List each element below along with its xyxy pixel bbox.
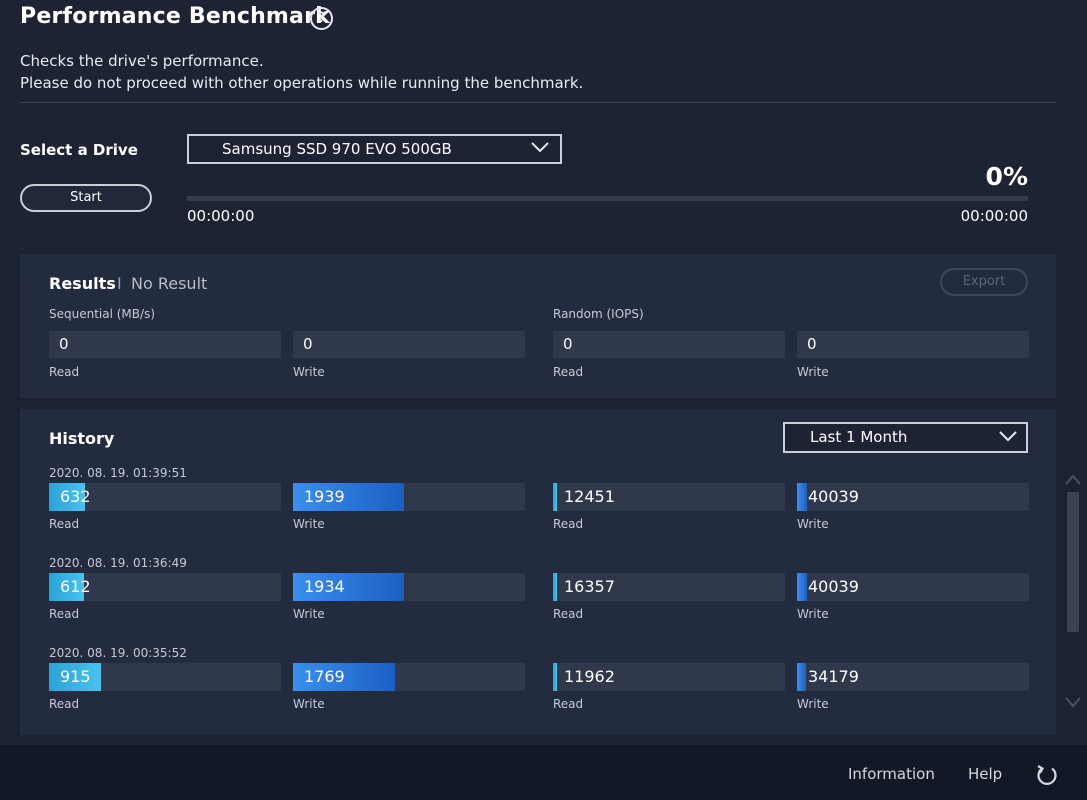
results-panel: Results I No Result Export Sequential (M…	[20, 254, 1056, 398]
select-drive-label: Select a Drive	[20, 141, 138, 159]
history-seq-read-label: Read	[49, 697, 80, 711]
help-icon[interactable]: ?	[310, 7, 333, 30]
history-seq-write-label: Write	[293, 697, 325, 711]
history-rand-read-label: Read	[553, 697, 584, 711]
history-seq-read-value: 915	[60, 667, 91, 686]
history-rand-write-bar: 40039	[797, 573, 1029, 601]
history-entry-date: 2020. 08. 19. 01:36:49	[49, 556, 187, 570]
elapsed-time: 00:00:00	[187, 207, 255, 225]
history-rand-write-bar: 34179	[797, 663, 1029, 691]
progress-percent: 0%	[985, 162, 1028, 191]
history-rand-write-value: 34179	[808, 667, 859, 686]
period-select-value: Last 1 Month	[810, 428, 908, 446]
refresh-icon[interactable]	[1035, 763, 1059, 787]
results-status: No Result	[131, 274, 208, 293]
history-rand-read-label: Read	[553, 517, 584, 531]
history-seq-write-bar: 1934	[293, 573, 525, 601]
history-rand-read-bar: 16357	[553, 573, 785, 601]
history-rand-read-value: 12451	[564, 487, 615, 506]
history-entry: 2020. 08. 19. 00:35:52 915 Read 1769 Write 11…	[20, 646, 1056, 726]
history-seq-write-bar: 1939	[293, 483, 525, 511]
result-seq-write: 0	[293, 331, 525, 358]
result-seq-write-label: Write	[293, 365, 325, 379]
history-rand-read-fill	[553, 663, 557, 691]
result-rand-read-label: Read	[553, 365, 584, 379]
results-separator: I	[117, 274, 122, 293]
history-seq-read-value: 632	[60, 487, 91, 506]
history-seq-write-value: 1939	[304, 487, 345, 506]
result-rand-write: 0	[797, 331, 1029, 358]
history-rand-write-value: 40039	[808, 577, 859, 596]
drive-select[interactable]: Samsung SSD 970 EVO 500GB	[187, 134, 562, 164]
history-title: History	[49, 429, 115, 448]
history-entry-date: 2020. 08. 19. 01:39:51	[49, 466, 187, 480]
history-rand-write-fill	[797, 663, 806, 691]
history-rand-read-label: Read	[553, 607, 584, 621]
scroll-up-icon[interactable]	[1064, 473, 1082, 487]
help-link[interactable]: Help	[968, 765, 1002, 783]
scrollbar-thumb[interactable]	[1067, 492, 1079, 632]
history-rand-read-value: 11962	[564, 667, 615, 686]
progress-bar	[187, 196, 1028, 201]
remaining-time: 00:00:00	[960, 207, 1028, 225]
result-seq-read-label: Read	[49, 365, 80, 379]
history-rand-read-fill	[553, 483, 557, 511]
history-seq-write-label: Write	[293, 517, 325, 531]
app-window: Performance Benchmark ? Checks the drive…	[0, 0, 1087, 800]
history-rand-read-bar: 11962	[553, 663, 785, 691]
scroll-down-icon[interactable]	[1064, 695, 1082, 709]
export-button[interactable]: Export	[940, 268, 1028, 296]
history-rand-write-value: 40039	[808, 487, 859, 506]
period-select[interactable]: Last 1 Month	[783, 422, 1028, 453]
history-rand-write-bar: 40039	[797, 483, 1029, 511]
history-rand-write-label: Write	[797, 697, 829, 711]
history-seq-read-label: Read	[49, 607, 80, 621]
page-title: Performance Benchmark	[20, 4, 330, 29]
random-label: Random (IOPS)	[553, 307, 644, 321]
history-entry: 2020. 08. 19. 01:36:49 612 Read 1934 Write 16…	[20, 556, 1056, 636]
start-button[interactable]: Start	[20, 184, 152, 212]
history-seq-read-bar: 612	[49, 573, 281, 601]
history-seq-write-label: Write	[293, 607, 325, 621]
result-seq-read: 0	[49, 331, 281, 358]
history-seq-read-value: 612	[60, 577, 91, 596]
result-rand-write-label: Write	[797, 365, 829, 379]
chevron-down-icon	[531, 142, 549, 153]
history-rand-read-fill	[553, 573, 557, 601]
history-rand-read-value: 16357	[564, 577, 615, 596]
history-seq-read-label: Read	[49, 517, 80, 531]
result-rand-read: 0	[553, 331, 785, 358]
history-seq-write-bar: 1769	[293, 663, 525, 691]
history-seq-write-value: 1934	[304, 577, 345, 596]
sequential-label: Sequential (MB/s)	[49, 307, 155, 321]
drive-select-value: Samsung SSD 970 EVO 500GB	[222, 140, 452, 158]
history-seq-read-bar: 632	[49, 483, 281, 511]
history-rand-write-label: Write	[797, 607, 829, 621]
description-line-2: Please do not proceed with other operati…	[20, 74, 584, 92]
history-rand-read-bar: 12451	[553, 483, 785, 511]
chevron-down-icon	[999, 431, 1017, 442]
results-title: Results	[49, 274, 116, 293]
history-rand-write-label: Write	[797, 517, 829, 531]
information-link[interactable]: Information	[848, 765, 935, 783]
history-seq-read-bar: 915	[49, 663, 281, 691]
history-rand-write-fill	[797, 573, 807, 601]
footer-bar: Information Help	[0, 745, 1087, 800]
history-panel: History Last 1 Month 2020. 08. 19. 01:39…	[20, 409, 1056, 735]
history-seq-write-value: 1769	[304, 667, 345, 686]
history-entry: 2020. 08. 19. 01:39:51 632 Read 1939 Write 12…	[20, 466, 1056, 546]
history-entry-date: 2020. 08. 19. 00:35:52	[49, 646, 187, 660]
history-rand-write-fill	[797, 483, 807, 511]
description-line-1: Checks the drive's performance.	[20, 52, 264, 70]
header-divider	[20, 102, 1056, 103]
